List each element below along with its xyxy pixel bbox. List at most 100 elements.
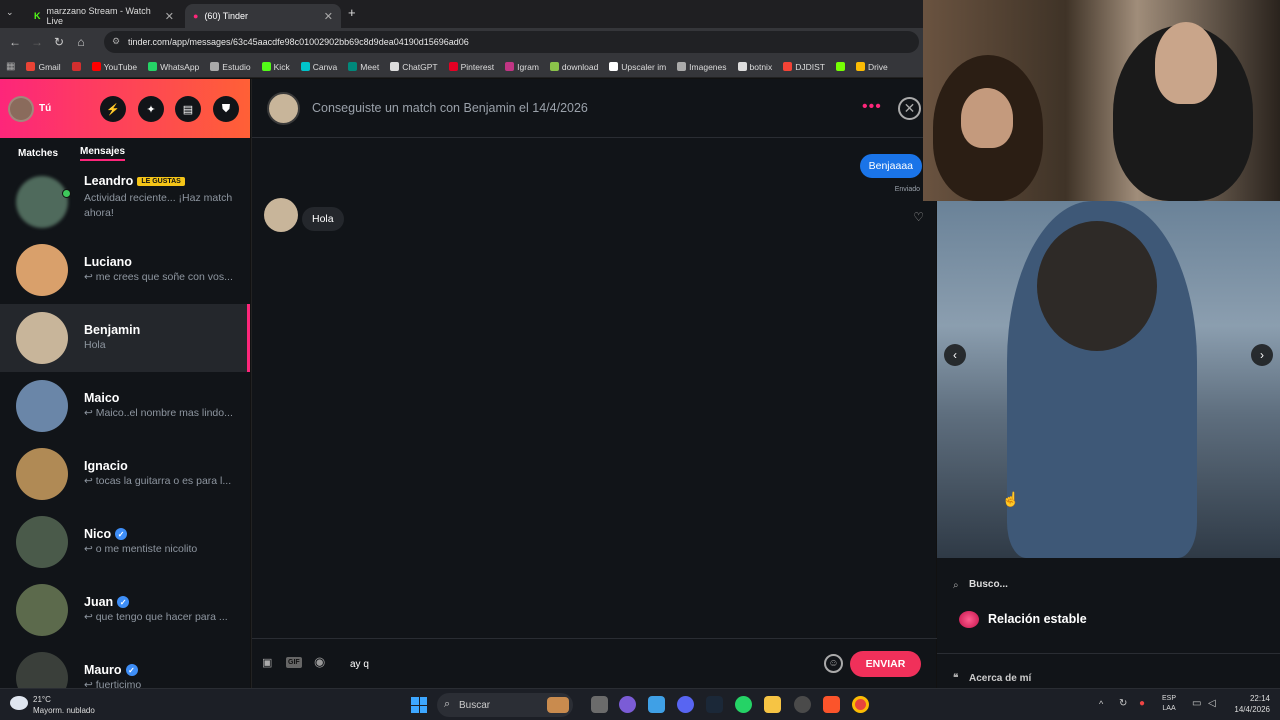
date: 14/4/2026 — [1234, 705, 1270, 714]
network-icon[interactable]: ▭ — [1192, 698, 1201, 709]
bookmark-icon — [348, 62, 358, 71]
app-icon[interactable] — [619, 696, 636, 713]
spotify-icon[interactable]: ◉ — [314, 654, 325, 670]
explore-icon[interactable]: ✦ — [138, 96, 164, 122]
reload-icon[interactable]: ↻ — [48, 35, 70, 49]
windows-start-icon[interactable] — [411, 697, 427, 713]
bookmark-item[interactable]: Kick — [261, 62, 290, 72]
avatar[interactable] — [8, 95, 34, 122]
new-tab-button[interactable]: + — [348, 5, 356, 20]
bookmark-item[interactable]: botnix — [737, 62, 772, 72]
tab-label: marzzano Stream - Watch Live — [46, 6, 151, 26]
file-explorer-icon[interactable] — [764, 696, 781, 713]
tab-marzzano[interactable]: K marzzano Stream - Watch Live ✕ — [26, 4, 182, 28]
bookmark-item[interactable]: YouTube — [91, 62, 137, 72]
url-field[interactable]: ⚙ tinder.com/app/messages/63c45aacdfe98c… — [104, 31, 919, 53]
clock[interactable]: 22:14 14/4/2026 — [1234, 693, 1270, 715]
next-photo-icon[interactable]: › — [1251, 344, 1273, 366]
bookmark-item[interactable]: DJDIST — [783, 62, 825, 72]
bookmark-item[interactable] — [71, 62, 81, 71]
bookmark-icon — [300, 62, 310, 71]
tab-search-icon[interactable]: ⌄ — [6, 7, 14, 18]
conversation-item[interactable]: Benjamin Hola — [0, 304, 250, 372]
volume-icon[interactable]: ◁ — [1208, 698, 1216, 709]
verified-icon: ✓ — [117, 596, 130, 608]
bookmark-item[interactable]: Imagenes — [677, 62, 727, 72]
looking-for-label: Busco... — [969, 579, 1008, 590]
back-icon[interactable]: ← — [4, 35, 26, 49]
prev-photo-icon[interactable]: ‹ — [944, 344, 966, 366]
conversation-name: Maico — [84, 391, 119, 405]
message-input[interactable] — [350, 654, 810, 674]
tray-expand-icon[interactable]: ^ — [1099, 699, 1103, 709]
discord-icon[interactable] — [677, 696, 694, 713]
bookmark-item[interactable]: Canva — [300, 62, 337, 72]
avatar — [16, 516, 68, 568]
bookmark-item[interactable]: Pinterest — [448, 62, 494, 72]
task-view-icon[interactable] — [591, 696, 608, 713]
weather-icon — [10, 696, 28, 710]
brave-icon[interactable] — [823, 696, 840, 713]
tab-tinder[interactable]: ● (60) Tinder ✕ — [185, 4, 341, 28]
conversation-sidebar: Tú ⚡ ✦ ▤ ⛊ Matches Mensajes Leandro LE GU… — [0, 79, 250, 688]
heart-arrow-icon — [959, 611, 979, 628]
close-tab-icon[interactable]: ✕ — [165, 10, 174, 23]
bookmark-item[interactable]: Upscaler im — [609, 62, 666, 72]
weather-widget[interactable]: 21°C Mayorm. nublado — [10, 694, 95, 716]
site-info-icon[interactable]: ⚙ — [112, 36, 120, 47]
home-icon[interactable]: ⌂ — [70, 35, 92, 49]
briefcase-icon[interactable]: ▤ — [175, 96, 201, 122]
message-composer: ▣ GIF ◉ ☺ ENVIAR — [252, 638, 937, 688]
conversation-item[interactable]: Juan ✓ ↩ que tengo que hacer para ... — [0, 576, 250, 644]
verified-icon: ✓ — [125, 664, 138, 676]
bookmark-icon — [783, 62, 793, 71]
close-chat-icon[interactable]: ✕ — [898, 97, 921, 120]
conversation-item[interactable]: Nico ✓ ↩ o me mentiste nicolito — [0, 508, 250, 576]
bookmark-item[interactable]: Meet — [348, 62, 379, 72]
profile-label[interactable]: Tú — [39, 103, 51, 114]
bookmark-icon — [677, 62, 687, 71]
conversation-item[interactable]: Ignacio ↩ tocas la guitarra o es para l..… — [0, 440, 250, 508]
match-avatar[interactable] — [267, 92, 300, 125]
sender-avatar[interactable] — [264, 198, 298, 232]
conversation-item[interactable]: Leandro LE GUSTAS Actividad reciente... ¡H… — [0, 168, 250, 236]
taskbar-search[interactable]: ⌕ Buscar — [437, 693, 573, 717]
conversation-item[interactable]: Mauro ✓ ↩ fuerticimo — [0, 644, 250, 688]
tray-app-icon[interactable]: ● — [1139, 698, 1145, 709]
boost-icon[interactable]: ⚡ — [100, 96, 126, 122]
send-button[interactable]: ENVIAR — [850, 651, 921, 677]
bookmark-item[interactable]: download — [549, 62, 598, 72]
bookmark-item[interactable]: Drive — [855, 62, 888, 72]
name-text: Juan — [84, 595, 114, 609]
bookmark-item[interactable]: ChatGPT — [390, 62, 438, 72]
bookmark-item[interactable]: Igram — [505, 62, 539, 72]
bookmark-item[interactable]: Estudio — [210, 62, 251, 72]
conversation-name: Juan ✓ — [84, 595, 130, 609]
apps-grid-icon[interactable]: ▦ — [6, 61, 15, 72]
notepad-icon[interactable] — [648, 696, 665, 713]
tray-sync-icon[interactable]: ↻ — [1119, 698, 1127, 709]
bookmark-item[interactable]: Gmail — [26, 62, 61, 72]
contact-card-icon[interactable]: ▣ — [262, 656, 272, 669]
bookmark-item[interactable]: WhatsApp — [148, 62, 199, 72]
streamer-right-face — [1155, 22, 1217, 104]
emoji-icon[interactable]: ☺ — [824, 654, 843, 673]
bookmark-label: Igram — [517, 61, 539, 72]
message-snippet: ↩ tocas la guitarra o es para l... — [84, 475, 232, 487]
language-indicator[interactable]: ESP LAA — [1162, 694, 1176, 714]
app-icon-2[interactable] — [794, 696, 811, 713]
close-tab-icon[interactable]: ✕ — [324, 10, 333, 23]
tab-matches[interactable]: Matches — [18, 148, 58, 159]
whatsapp-icon[interactable] — [735, 696, 752, 713]
bookmark-item[interactable] — [835, 62, 845, 71]
chrome-icon[interactable] — [852, 696, 869, 713]
conversation-item[interactable]: Maico ↩ Maico..el nombre mas lindo... — [0, 372, 250, 440]
shield-icon[interactable]: ⛊ — [213, 96, 239, 122]
steam-icon[interactable] — [706, 696, 723, 713]
forward-icon[interactable]: → — [26, 35, 48, 49]
conversation-item[interactable]: Luciano ↩ me crees que soñe con vos... — [0, 236, 250, 304]
gif-button[interactable]: GIF — [286, 657, 302, 668]
like-message-icon[interactable]: ♡ — [913, 210, 924, 224]
more-options-icon[interactable]: ••• — [862, 98, 882, 116]
tab-messages[interactable]: Mensajes — [80, 146, 126, 161]
